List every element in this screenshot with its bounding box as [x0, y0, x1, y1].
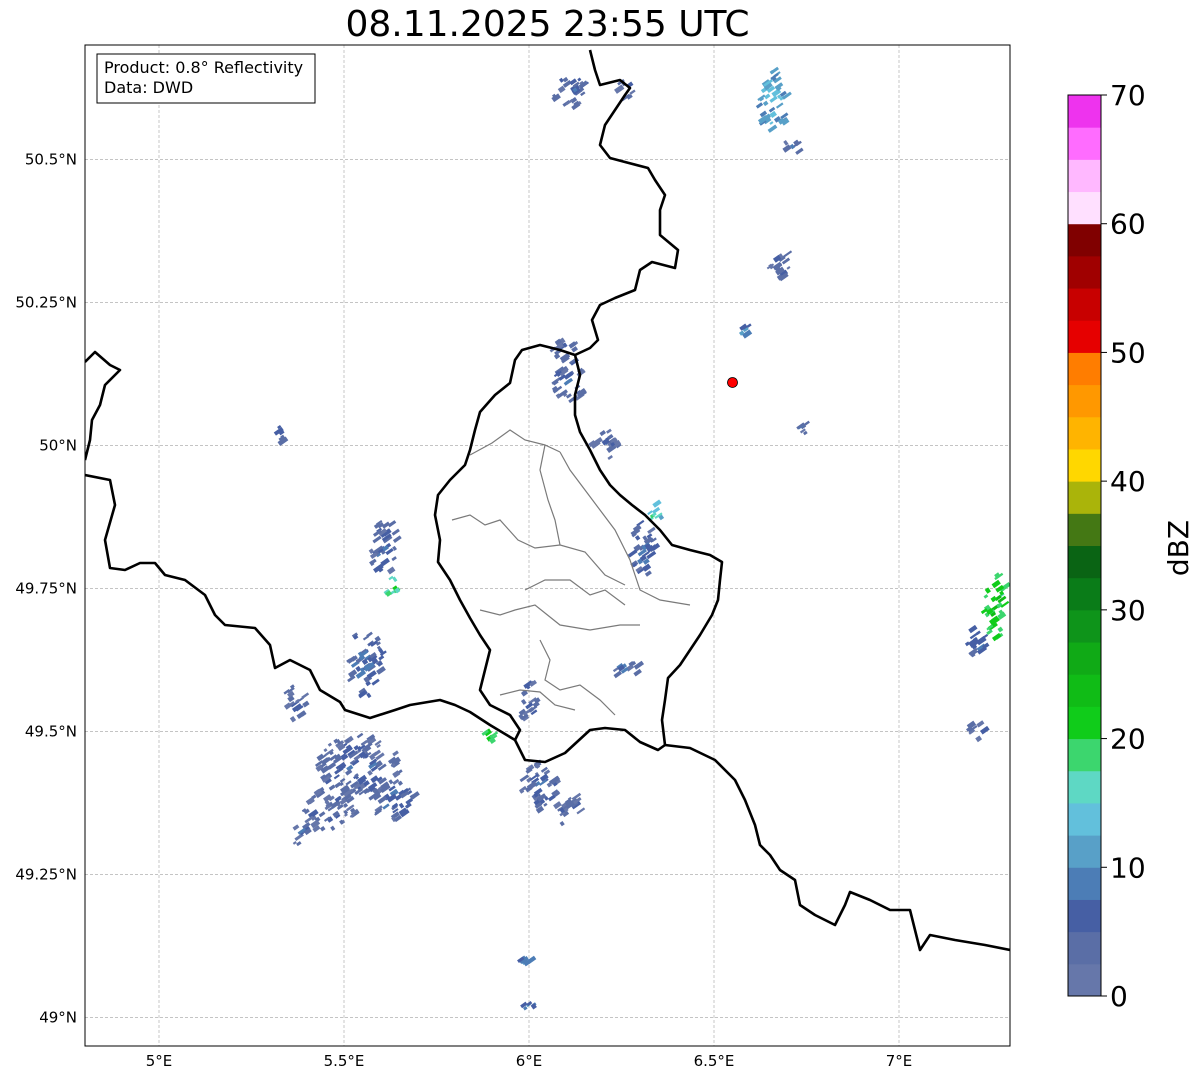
lat-tick-label: 50°N — [39, 436, 77, 454]
colorbar-swatch — [1068, 481, 1101, 514]
colorbar-swatch — [1068, 288, 1101, 321]
colorbar-swatch — [1068, 802, 1101, 836]
colorbar-swatch — [1068, 384, 1101, 418]
colorbar-swatch — [1068, 706, 1101, 740]
colorbar-swatch — [1068, 674, 1101, 707]
colorbar-tick-label: 70 — [1110, 79, 1146, 112]
colorbar-swatch — [1068, 963, 1101, 997]
colorbar-swatch — [1068, 191, 1101, 225]
colorbar-tick-label: 20 — [1110, 723, 1146, 756]
colorbar-swatch — [1068, 320, 1101, 353]
colorbar-swatch — [1068, 223, 1101, 257]
colorbar — [1067, 94, 1102, 997]
colorbar-swatch — [1068, 416, 1101, 450]
info-data-source: Data: DWD — [104, 78, 193, 97]
lat-tick-label: 50.5°N — [25, 150, 77, 168]
latitude-labels: 49°N 49.25°N 49.5°N 49.75°N 50°N 50.25°N 50.5°… — [15, 150, 77, 1026]
colorbar-swatch — [1068, 127, 1101, 160]
colorbar-swatch — [1068, 899, 1101, 933]
colorbar-swatch — [1068, 931, 1101, 965]
colorbar-tick-label: 10 — [1110, 851, 1146, 884]
colorbar-swatch — [1068, 835, 1101, 868]
lon-tick-label: 5.5°E — [324, 1052, 365, 1070]
lon-tick-label: 6°E — [516, 1052, 543, 1070]
colorbar-swatch — [1068, 352, 1101, 386]
lat-tick-label: 50.25°N — [15, 293, 77, 311]
longitude-labels: 5°E 5.5°E 6°E 6.5°E 7°E — [146, 1052, 913, 1070]
colorbar-tick-label: 50 — [1110, 336, 1146, 369]
colorbar-swatch — [1068, 159, 1101, 193]
lon-tick-label: 5°E — [146, 1052, 173, 1070]
lat-tick-label: 49°N — [39, 1008, 77, 1026]
colorbar-label: dBZ — [1162, 520, 1195, 576]
lat-tick-label: 49.25°N — [15, 865, 77, 883]
colorbar-swatch — [1068, 513, 1101, 546]
colorbar-swatch — [1068, 95, 1101, 128]
radar-figure: 49°N 49.25°N 49.5°N 49.75°N 50°N 50.25°N 50.5°… — [15, 44, 1195, 1070]
info-product: Product: 0.8° Reflectivity — [104, 58, 303, 77]
colorbar-swatch — [1068, 255, 1101, 289]
colorbar-tick-label: 60 — [1110, 208, 1146, 241]
lon-tick-label: 7°E — [886, 1052, 913, 1070]
colorbar-swatch — [1068, 577, 1101, 611]
colorbar-tick-label: 0 — [1110, 980, 1128, 1013]
lat-tick-label: 49.75°N — [15, 579, 77, 597]
info-box: Product: 0.8° Reflectivity Data: DWD — [96, 53, 316, 104]
radar-site-marker — [727, 377, 738, 388]
colorbar-swatch — [1068, 609, 1101, 643]
lon-tick-label: 6.5°E — [694, 1052, 735, 1070]
colorbar-swatch — [1068, 867, 1101, 900]
colorbar-swatch — [1068, 738, 1101, 772]
colorbar-tick-label: 30 — [1110, 594, 1146, 627]
colorbar-swatch — [1068, 642, 1101, 675]
map-background — [85, 45, 1010, 1046]
colorbar-ticks: 0 10 20 30 40 50 60 70 — [1101, 79, 1146, 1013]
colorbar-swatch — [1068, 448, 1101, 482]
colorbar-swatch — [1068, 770, 1101, 804]
lat-tick-label: 49.5°N — [25, 722, 77, 740]
colorbar-swatch — [1068, 545, 1101, 579]
colorbar-tick-label: 40 — [1110, 465, 1146, 498]
